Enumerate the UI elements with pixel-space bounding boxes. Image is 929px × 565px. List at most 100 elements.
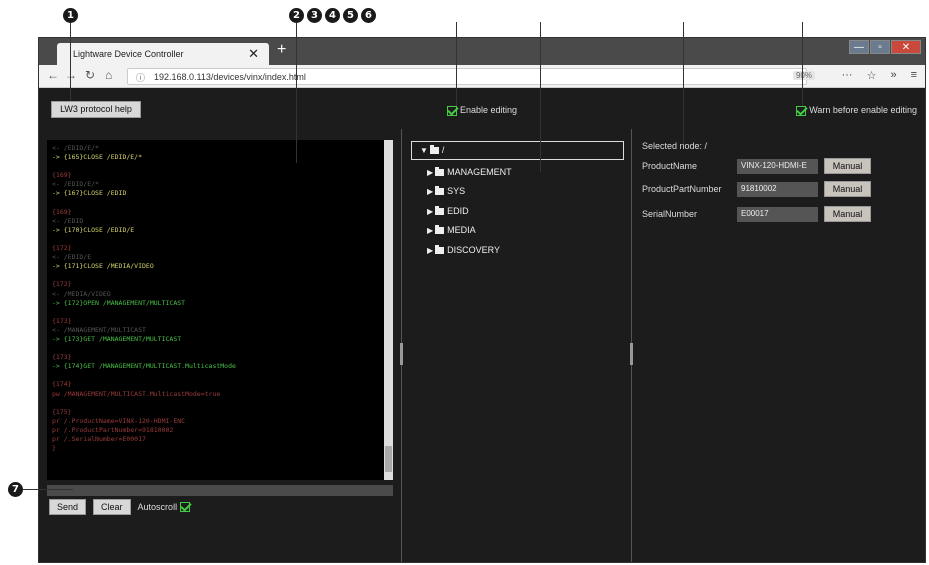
tree-item-label: MANAGEMENT — [447, 167, 512, 177]
info-icon: ⓘ — [136, 73, 146, 83]
home-icon[interactable]: ⌂ — [105, 68, 112, 82]
toolbar-icons: ··· ☆ » ≡ — [842, 69, 917, 82]
manual-button[interactable]: Manual — [824, 206, 871, 222]
tree-item-discovery[interactable]: ▶ DISCOVERY — [427, 245, 500, 255]
page-actions-icon[interactable]: ··· — [842, 69, 853, 82]
send-button[interactable]: Send — [49, 499, 87, 515]
warn-editing-label: Warn before enable editing — [809, 105, 917, 115]
enable-editing-checkbox[interactable] — [447, 105, 457, 116]
selected-node-label: Selected node: / — [642, 141, 708, 151]
property-label: ProductName — [642, 161, 698, 171]
callout-line-3 — [456, 22, 457, 106]
tree-item-media[interactable]: ▶ MEDIA — [427, 225, 476, 235]
console-scroll-thumb[interactable] — [385, 446, 392, 472]
close-window-button[interactable]: ✕ — [891, 40, 921, 54]
console-line: -> {173}GET /MANAGEMENT/MULTICAST — [52, 334, 182, 343]
console-line: {173} — [52, 316, 72, 325]
collapsed-triangle-icon[interactable]: ▶ — [427, 187, 433, 196]
tree-item-label: MEDIA — [447, 225, 476, 235]
tree-item-sys[interactable]: ▶ SYS — [427, 186, 465, 196]
console-line: <- /MANAGEMENT/MULTICAST — [52, 325, 146, 334]
tree-item-management[interactable]: ▶ MANAGEMENT — [427, 167, 512, 177]
lw3-console-log[interactable]: <- /EDID/E/* -> {165}CLOSE /EDID/E/* {169… — [47, 140, 393, 480]
tree-item-label: SYS — [447, 186, 466, 196]
manual-button[interactable]: Manual — [824, 158, 871, 174]
autoscroll-toggle[interactable]: Autoscroll — [138, 502, 193, 513]
tree-root-label: / — [441, 145, 445, 155]
callout-line-1 — [70, 23, 71, 101]
clear-button[interactable]: Clear — [93, 499, 131, 515]
collapsed-triangle-icon[interactable]: ▶ — [427, 246, 433, 255]
folder-icon — [435, 186, 445, 195]
warn-editing-checkbox[interactable] — [796, 105, 807, 116]
console-line: -> {174}GET /MANAGEMENT/MULTICAST.Multic… — [52, 362, 236, 371]
back-icon[interactable]: ← — [47, 68, 59, 82]
property-value[interactable]: VINX-120-HDMI-E — [737, 158, 818, 174]
callout-line-5 — [683, 22, 684, 144]
console-line: -> {170}CLOSE /EDID/E — [52, 225, 135, 234]
resize-grip-left[interactable] — [400, 343, 403, 365]
command-input[interactable] — [47, 485, 393, 496]
reload-icon[interactable]: ↻ — [85, 68, 95, 82]
collapsed-triangle-icon[interactable]: ▶ — [427, 207, 433, 216]
console-line: <- /EDID — [52, 216, 84, 225]
console-line: {172} — [52, 280, 72, 289]
collapsed-triangle-icon[interactable]: ▶ — [427, 168, 433, 177]
console-line: {174} — [52, 380, 72, 389]
console-line: } — [52, 444, 56, 453]
property-row-productpartnumber: ProductPartNumber 91810002 Manual — [642, 181, 871, 197]
console-line: {173} — [52, 353, 72, 362]
autoscroll-checkbox[interactable] — [179, 502, 190, 513]
minimize-button[interactable]: — — [849, 40, 869, 54]
callout-marker-7: 7 — [8, 482, 23, 497]
console-line: <- /EDID/E/* — [52, 144, 99, 152]
forward-icon[interactable]: → — [65, 68, 77, 82]
address-bar[interactable]: ⓘ 192.168.0.113/devices/vinx/index.html — [127, 68, 807, 85]
console-line: {169} — [52, 207, 72, 216]
property-label: SerialNumber — [642, 209, 698, 219]
lw3-help-button[interactable]: LW3 protocol help — [51, 101, 141, 118]
property-label: ProductPartNumber — [642, 184, 722, 194]
console-line: {169} — [52, 171, 72, 180]
resize-grip-right[interactable] — [630, 343, 633, 365]
property-row-serialnumber: SerialNumber E00017 Manual — [642, 206, 871, 222]
callout-line-4 — [540, 22, 541, 172]
bookmark-star-icon[interactable]: ☆ — [867, 69, 877, 82]
enable-editing-toggle[interactable]: Enable editing — [447, 105, 517, 116]
tab-strip: Lightware Device Controller ✕ + — ▫ ✕ — [39, 38, 925, 65]
console-line: -> {172}OPEN /MANAGEMENT/MULTICAST — [52, 298, 186, 307]
menu-hamburger-icon[interactable]: ≡ — [911, 69, 917, 82]
autoscroll-label: Autoscroll — [137, 501, 178, 512]
folder-icon — [435, 245, 445, 254]
folder-icon — [435, 206, 445, 215]
maximize-button[interactable]: ▫ — [870, 40, 890, 54]
tree-root-node[interactable]: ▼ / — [411, 141, 624, 160]
expanded-triangle-icon[interactable]: ▼ — [420, 146, 428, 155]
collapsed-triangle-icon[interactable]: ▶ — [427, 226, 433, 235]
screenshot-stage: 1 2 3 4 5 6 7 Lightware Device Controlle… — [0, 0, 929, 565]
tab-close-icon[interactable]: ✕ — [248, 46, 259, 62]
browser-tab[interactable]: Lightware Device Controller ✕ — [57, 43, 269, 65]
manual-button[interactable]: Manual — [824, 181, 871, 197]
folder-open-icon — [429, 145, 439, 154]
warn-editing-toggle[interactable]: Warn before enable editing — [796, 105, 917, 116]
browser-window: Lightware Device Controller ✕ + — ▫ ✕ ← … — [38, 37, 926, 563]
callout-line-6 — [802, 22, 803, 106]
console-line: -> {165}CLOSE /EDID/E/* — [52, 153, 143, 162]
new-tab-button[interactable]: + — [277, 41, 286, 59]
property-value[interactable]: 91810002 — [737, 181, 818, 197]
folder-icon — [435, 167, 445, 176]
callout-marker-3: 3 — [307, 8, 322, 23]
overflow-chevron-icon[interactable]: » — [890, 69, 896, 82]
tree-item-label: EDID — [447, 206, 469, 216]
tree-item-edid[interactable]: ▶ EDID — [427, 206, 469, 216]
console-line: pr /.SerialNumber=E00017 — [52, 435, 146, 443]
property-value[interactable]: E00017 — [737, 206, 818, 222]
enable-editing-label: Enable editing — [460, 105, 518, 115]
zoom-level[interactable]: 90% — [792, 71, 815, 80]
console-line: {175} — [52, 407, 72, 416]
console-scrollbar[interactable] — [384, 140, 393, 480]
